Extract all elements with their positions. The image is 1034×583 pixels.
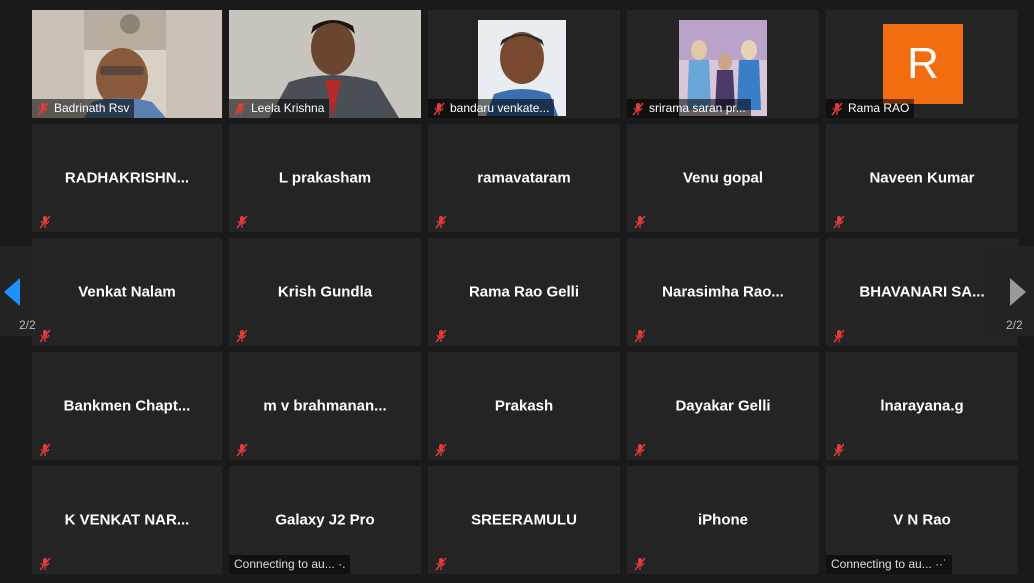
page-indicator: 2/2 — [1006, 318, 1023, 332]
participant-tile[interactable]: L prakasham — [229, 124, 421, 232]
participant-tile[interactable]: lnarayana.g — [826, 352, 1018, 460]
participant-tile[interactable]: Venu gopal — [627, 124, 819, 232]
page-indicator: 2/2 — [19, 318, 36, 332]
participant-name: Dayakar Gelli — [675, 397, 771, 415]
participant-tile[interactable]: K VENKAT NAR... — [32, 466, 222, 574]
participant-name: Rama Rao Gelli — [468, 283, 580, 301]
muted-mic-icon — [634, 215, 646, 229]
participant-name: Prakash — [494, 397, 554, 415]
muted-mic-icon — [632, 102, 644, 116]
participant-name: Krish Gundla — [277, 283, 373, 301]
muted-mic-icon — [236, 443, 248, 457]
muted-mic-icon — [634, 329, 646, 343]
video-tile-leela-krishna[interactable]: Leela Krishna — [229, 10, 421, 118]
participant-tile[interactable]: m v brahmanan... — [229, 352, 421, 460]
participant-tile[interactable]: Krish Gundla — [229, 238, 421, 346]
participant-name-label: bandaru venkate... — [428, 99, 555, 118]
participant-name: Bankmen Chapt... — [63, 397, 191, 415]
muted-mic-icon — [435, 215, 447, 229]
muted-mic-icon — [37, 102, 49, 116]
muted-mic-icon — [433, 102, 445, 116]
participant-name: Narasimha Rao... — [662, 283, 784, 301]
avatar: R — [883, 24, 963, 104]
participant-tile[interactable]: Bankmen Chapt... — [32, 352, 222, 460]
video-tile-rama-rao[interactable]: R Rama RAO — [826, 10, 1018, 118]
muted-mic-icon — [831, 102, 843, 116]
participant-name-label: Badrinath Rsv — [32, 99, 135, 118]
connecting-status: Connecting to au... ··˙ — [826, 555, 953, 574]
muted-mic-icon — [833, 329, 845, 343]
muted-mic-icon — [435, 329, 447, 343]
participant-name: SREERAMULU — [471, 511, 577, 529]
participant-tile[interactable]: Galaxy J2 Pro Connecting to au... ·. — [229, 466, 421, 574]
muted-mic-icon — [634, 443, 646, 457]
muted-mic-icon — [39, 215, 51, 229]
participant-tile[interactable]: V N Rao Connecting to au... ··˙ — [826, 466, 1018, 574]
participant-tile[interactable]: Dayakar Gelli — [627, 352, 819, 460]
participant-tile[interactable]: Naveen Kumar — [826, 124, 1018, 232]
participant-tile[interactable]: ramavataram — [428, 124, 620, 232]
participant-name: RADHAKRISHN... — [64, 169, 190, 187]
muted-mic-icon — [435, 443, 447, 457]
participant-name-label: Leela Krishna — [229, 99, 330, 118]
participant-name: K VENKAT NAR... — [64, 511, 190, 529]
next-page-button[interactable]: 2/2 — [986, 246, 1034, 336]
participant-name: Naveen Kumar — [869, 169, 975, 187]
participant-name-label: srirama saran pr... — [627, 99, 751, 118]
muted-mic-icon — [39, 443, 51, 457]
participant-name: Venkat Nalam — [78, 283, 176, 301]
participant-grid: Badrinath Rsv Leela Krishna bandaru venk… — [32, 10, 1018, 574]
participant-tile[interactable]: Venkat Nalam — [32, 238, 222, 346]
participant-name: V N Rao — [893, 511, 951, 529]
muted-mic-icon — [435, 557, 447, 571]
participant-tile[interactable]: Rama Rao Gelli — [428, 238, 620, 346]
muted-mic-icon — [39, 329, 51, 343]
participant-name: Venu gopal — [682, 169, 763, 187]
participant-name-label: Rama RAO — [826, 99, 915, 118]
muted-mic-icon — [236, 215, 248, 229]
participant-name: iPhone — [697, 511, 748, 529]
video-tile-badrinath[interactable]: Badrinath Rsv — [32, 10, 222, 118]
participant-tile[interactable]: Narasimha Rao... — [627, 238, 819, 346]
connecting-status: Connecting to au... ·. — [229, 555, 351, 574]
participant-tile[interactable]: iPhone — [627, 466, 819, 574]
muted-mic-icon — [39, 557, 51, 571]
muted-mic-icon — [236, 329, 248, 343]
participant-tile[interactable]: Prakash — [428, 352, 620, 460]
participant-name: ramavataram — [477, 169, 571, 187]
video-tile-srirama[interactable]: srirama saran pr... — [627, 10, 819, 118]
participant-name: m v brahmanan... — [263, 397, 387, 415]
muted-mic-icon — [833, 443, 845, 457]
muted-mic-icon — [634, 557, 646, 571]
participant-tile[interactable]: SREERAMULU — [428, 466, 620, 574]
muted-mic-icon — [234, 102, 246, 116]
participant-name: Galaxy J2 Pro — [275, 511, 375, 529]
previous-page-button[interactable]: 2/2 — [0, 246, 36, 336]
muted-mic-icon — [833, 215, 845, 229]
video-tile-bandaru[interactable]: bandaru venkate... — [428, 10, 620, 118]
participant-tile[interactable]: RADHAKRISHN... — [32, 124, 222, 232]
participant-name: lnarayana.g — [880, 397, 964, 415]
participant-name: L prakasham — [278, 169, 372, 187]
